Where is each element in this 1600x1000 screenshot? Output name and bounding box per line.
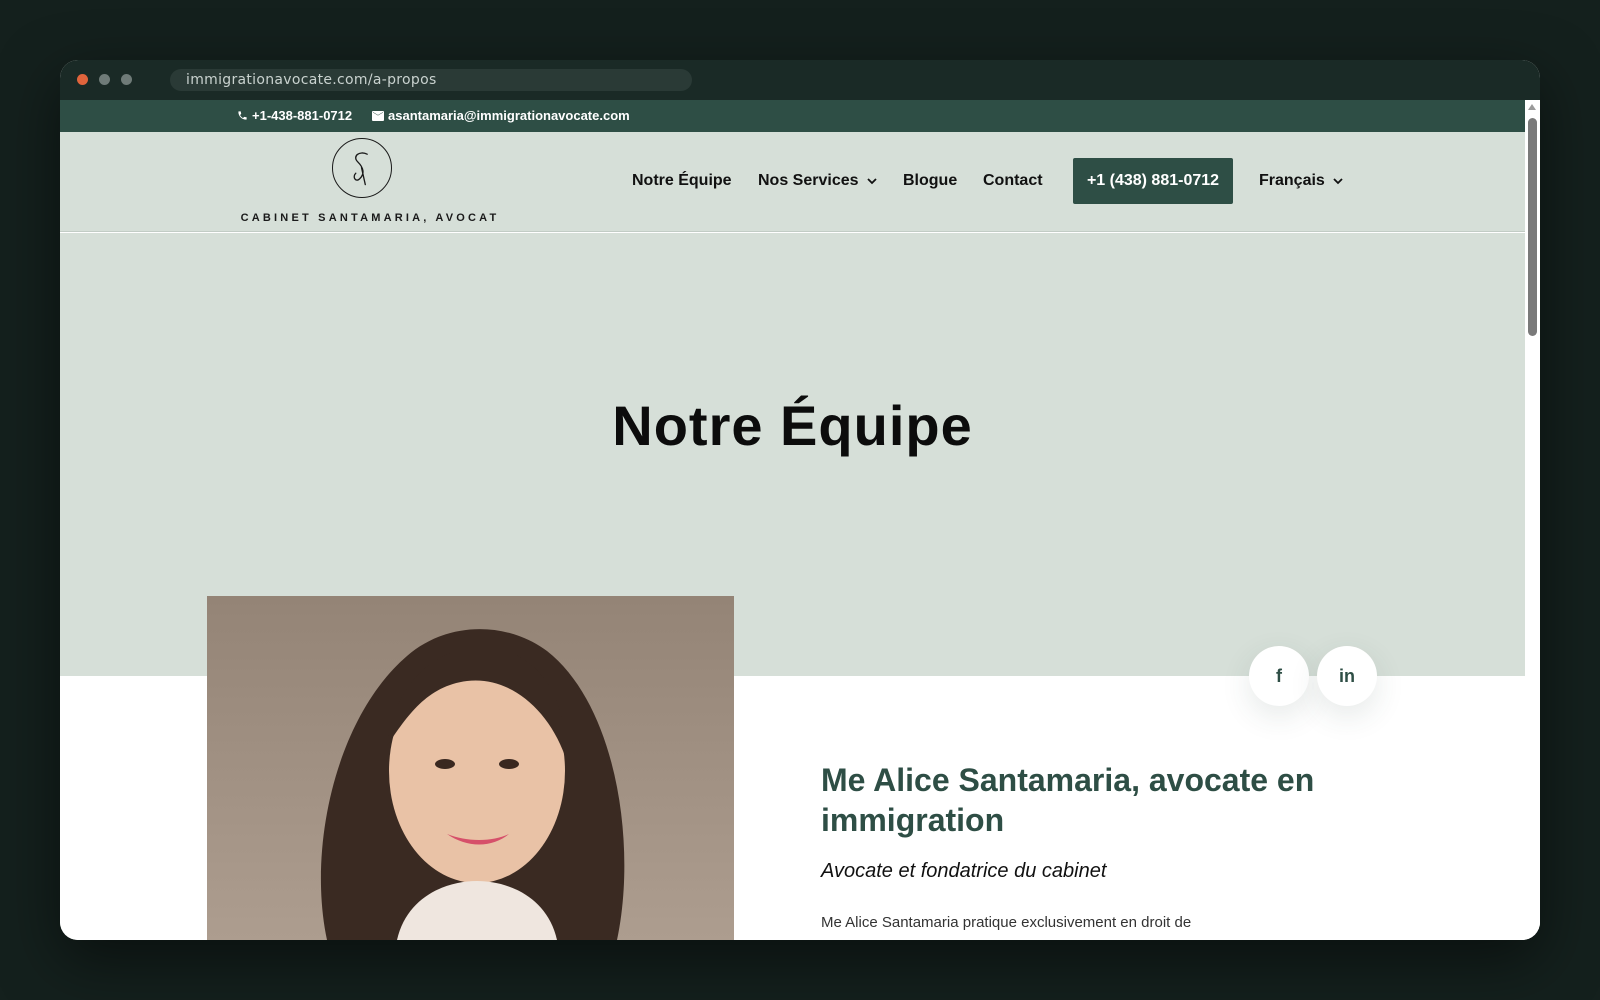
call-button[interactable]: +1 (438) 881-0712 (1073, 158, 1233, 204)
contact-topbar: +1-438-881-0712 asantamaria@immigrationa… (60, 100, 1525, 132)
minimize-window-button[interactable] (99, 74, 110, 85)
topbar-email-text: asantamaria@immigrationavocate.com (388, 108, 630, 123)
page-title: Notre Équipe (612, 394, 973, 457)
nav-item-blog[interactable]: Blogue (903, 172, 957, 190)
call-button-label: +1 (438) 881-0712 (1086, 172, 1220, 189)
nav-item-contact[interactable]: Contact (983, 172, 1043, 190)
logo-monogram-icon (332, 138, 392, 198)
topbar-phone-link[interactable]: +1-438-881-0712 (237, 108, 352, 123)
page-scrollbar[interactable] (1525, 100, 1540, 940)
bio-subtitle: Avocate et fondatrice du cabinet (821, 860, 1107, 882)
phone-icon (237, 110, 248, 121)
site-header: CABINET SANTAMARIA, AVOCAT Notre Équipe … (60, 132, 1525, 232)
nav-item-services[interactable]: Nos Services (758, 172, 877, 190)
page-viewport: +1-438-881-0712 asantamaria@immigrationa… (60, 100, 1540, 940)
envelope-icon (372, 110, 384, 121)
nav-item-services-label: Nos Services (758, 172, 859, 189)
linkedin-button[interactable]: in (1317, 646, 1377, 706)
topbar-phone-text: +1-438-881-0712 (252, 108, 353, 123)
address-bar[interactable]: immigrationavocate.com/a-propos (170, 69, 692, 91)
facebook-icon: f (1276, 665, 1282, 686)
nav-item-contact-label: Contact (983, 172, 1043, 189)
bio-title: Me Alice Santamaria, avocate en immigrat… (821, 762, 1315, 838)
language-selector-label: Français (1259, 172, 1325, 189)
scroll-thumb[interactable] (1528, 118, 1537, 336)
chevron-down-icon (866, 172, 877, 190)
browser-chrome: immigrationavocate.com/a-propos (60, 60, 1540, 100)
maximize-window-button[interactable] (121, 74, 132, 85)
language-selector[interactable]: Français (1259, 172, 1343, 190)
nav-item-team-label: Notre Équipe (632, 172, 732, 189)
browser-window: immigrationavocate.com/a-propos +1-438-8… (60, 60, 1540, 940)
facebook-button[interactable]: f (1249, 646, 1309, 706)
site-logo[interactable]: CABINET SANTAMARIA, AVOCAT (240, 136, 500, 228)
logo-wordmark: CABINET SANTAMARIA, AVOCAT (240, 212, 500, 224)
lawyer-portrait-photo (207, 596, 734, 940)
scroll-up-icon[interactable] (1528, 104, 1536, 110)
bio-paragraph: Me Alice Santamaria pratique exclusiveme… (821, 914, 1192, 931)
close-window-button[interactable] (77, 74, 88, 85)
nav-item-blog-label: Blogue (903, 172, 958, 189)
nav-item-team[interactable]: Notre Équipe (632, 172, 732, 190)
linkedin-icon: in (1339, 665, 1355, 686)
topbar-email-link[interactable]: asantamaria@immigrationavocate.com (372, 108, 630, 123)
chevron-down-icon (1333, 172, 1343, 190)
